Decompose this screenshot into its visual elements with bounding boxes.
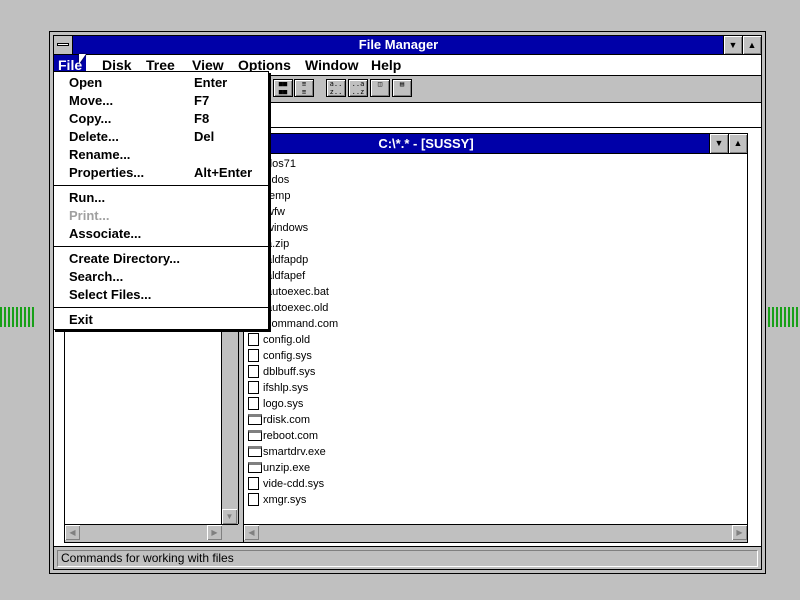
file-name: logo.sys xyxy=(263,398,304,410)
file-menu-item-search[interactable]: Search... xyxy=(54,268,268,286)
tree-scroll-left-button[interactable]: ◀ xyxy=(65,525,80,540)
minimize-button[interactable]: ▼ xyxy=(723,36,742,54)
menu-item-label: Run... xyxy=(69,190,106,205)
menu-item-shortcut: Del xyxy=(194,129,215,144)
document-icon xyxy=(248,381,259,394)
file-menu-item-associate[interactable]: Associate... xyxy=(54,225,268,243)
file-name: windows xyxy=(266,222,309,234)
sort-name-icon[interactable]: a.. z.. xyxy=(326,79,346,97)
file-list-pane[interactable]: dos71 sdos temp wfw windows a.zip aldfapdp aldf… xyxy=(244,154,747,524)
file-name: unzip.exe xyxy=(263,462,311,474)
file-name: config.sys xyxy=(263,350,312,362)
file-name: config.old xyxy=(263,334,311,346)
file-menu-item-create-directory[interactable]: Create Directory... xyxy=(54,250,268,268)
program-icon xyxy=(248,446,262,457)
tree-scroll-right-button[interactable]: ▶ xyxy=(207,525,222,540)
menu-item-shortcut: F7 xyxy=(194,93,210,108)
file-name: aldfapdp xyxy=(266,254,309,266)
menu-item-label: Create Directory... xyxy=(69,251,181,266)
file-name: autoexec.old xyxy=(266,302,329,314)
search-icon[interactable]: ◫ xyxy=(370,79,390,97)
program-icon xyxy=(248,430,262,441)
menu-window[interactable]: Window xyxy=(301,55,363,75)
sort-type-icon[interactable]: ..a ..z xyxy=(348,79,368,97)
file-name: sdos xyxy=(266,174,290,186)
file-menu-item-open[interactable]: Open Enter xyxy=(54,74,268,92)
document-icon xyxy=(248,397,259,410)
program-icon xyxy=(248,462,262,473)
details-icon[interactable]: ■■ ■■ xyxy=(273,79,293,97)
menu-separator xyxy=(54,307,268,308)
menu-item-label: Copy... xyxy=(69,111,112,126)
file-menu-dropdown: Open Enter Move... F7 Copy... F8 Delete... Del R… xyxy=(53,71,269,330)
document-icon xyxy=(248,349,259,362)
menu-item-shortcut: Enter xyxy=(194,75,228,90)
file-name: rdisk.com xyxy=(263,414,311,426)
menu-item-label: Open xyxy=(69,75,103,90)
file-menu-item-select-files[interactable]: Select Files... xyxy=(54,286,268,304)
directory-minimize-button[interactable]: ▼ xyxy=(709,134,728,153)
left-stripe-decoration xyxy=(0,307,34,327)
file-menu-item-delete[interactable]: Delete... Del xyxy=(54,128,268,146)
menu-item-label: Move... xyxy=(69,93,114,108)
status-bar: Commands for working with files xyxy=(54,546,761,569)
file-name: a.zip xyxy=(266,238,290,250)
file-name: vide-cdd.sys xyxy=(263,478,325,490)
file-menu-item-rename[interactable]: Rename... xyxy=(54,146,268,164)
document-icon xyxy=(248,477,259,490)
file-name: reboot.com xyxy=(263,430,319,442)
menu-item-label: Associate... xyxy=(69,226,142,241)
file-name: ifshlp.sys xyxy=(263,382,309,394)
directory-maximize-button[interactable]: ▲ xyxy=(728,134,747,153)
system-menu-icon[interactable] xyxy=(54,36,73,54)
files-horizontal-scrollbar[interactable]: ◀ ▶ xyxy=(244,524,747,542)
file-menu-item-properties[interactable]: Properties... Alt+Enter xyxy=(54,164,268,182)
menu-item-shortcut: Alt+Enter xyxy=(194,165,253,180)
program-icon xyxy=(248,414,262,425)
file-name: smartdrv.exe xyxy=(263,446,326,458)
menu-item-label: Print... xyxy=(69,208,110,223)
file-menu-item-run[interactable]: Run... xyxy=(54,189,268,207)
menu-separator xyxy=(54,185,268,186)
document-icon xyxy=(248,493,259,506)
maximize-button[interactable]: ▲ xyxy=(742,36,761,54)
menu-help[interactable]: Help xyxy=(367,55,405,75)
file-name: temp xyxy=(266,190,291,202)
menu-item-label: Search... xyxy=(69,269,124,284)
file-name: aldfapef xyxy=(266,270,306,282)
menu-item-label: Exit xyxy=(69,312,93,327)
file-name: command.com xyxy=(266,318,339,330)
window-title: File Manager xyxy=(358,37,439,52)
file-menu-item-print: Print... xyxy=(54,207,268,225)
file-name: autoexec.bat xyxy=(266,286,329,298)
menu-item-label: Select Files... xyxy=(69,287,152,302)
files-scroll-right-button[interactable]: ▶ xyxy=(732,525,747,540)
file-menu-item-exit[interactable]: Exit xyxy=(54,311,268,329)
file-name: dblbuff.sys xyxy=(263,366,316,378)
file-name: xmgr.sys xyxy=(263,494,307,506)
files-scroll-left-button[interactable]: ◀ xyxy=(244,525,259,540)
mouse-cursor-icon xyxy=(79,54,86,64)
sort-size-icon[interactable]: ▤ xyxy=(392,79,412,97)
tree-scroll-down-button[interactable]: ▼ xyxy=(222,509,237,524)
document-icon xyxy=(248,333,259,346)
document-icon xyxy=(248,365,259,378)
menu-item-label: Delete... xyxy=(69,129,119,144)
file-name: dos71 xyxy=(266,158,296,170)
list-icon[interactable]: ≡ ≡ xyxy=(294,79,314,97)
status-text: Commands for working with files xyxy=(57,550,758,567)
title-bar: File Manager ▼ ▲ xyxy=(54,36,761,55)
menu-item-label: Rename... xyxy=(69,147,131,162)
file-menu-item-copy[interactable]: Copy... F8 xyxy=(54,110,268,128)
right-stripe-decoration xyxy=(768,307,800,327)
menu-item-label: Properties... xyxy=(69,165,145,180)
file-menu-item-move[interactable]: Move... F7 xyxy=(54,92,268,110)
tree-horizontal-scrollbar[interactable]: ◀ ▶ xyxy=(65,524,238,542)
menu-separator xyxy=(54,246,268,247)
menu-item-shortcut: F8 xyxy=(194,111,210,126)
